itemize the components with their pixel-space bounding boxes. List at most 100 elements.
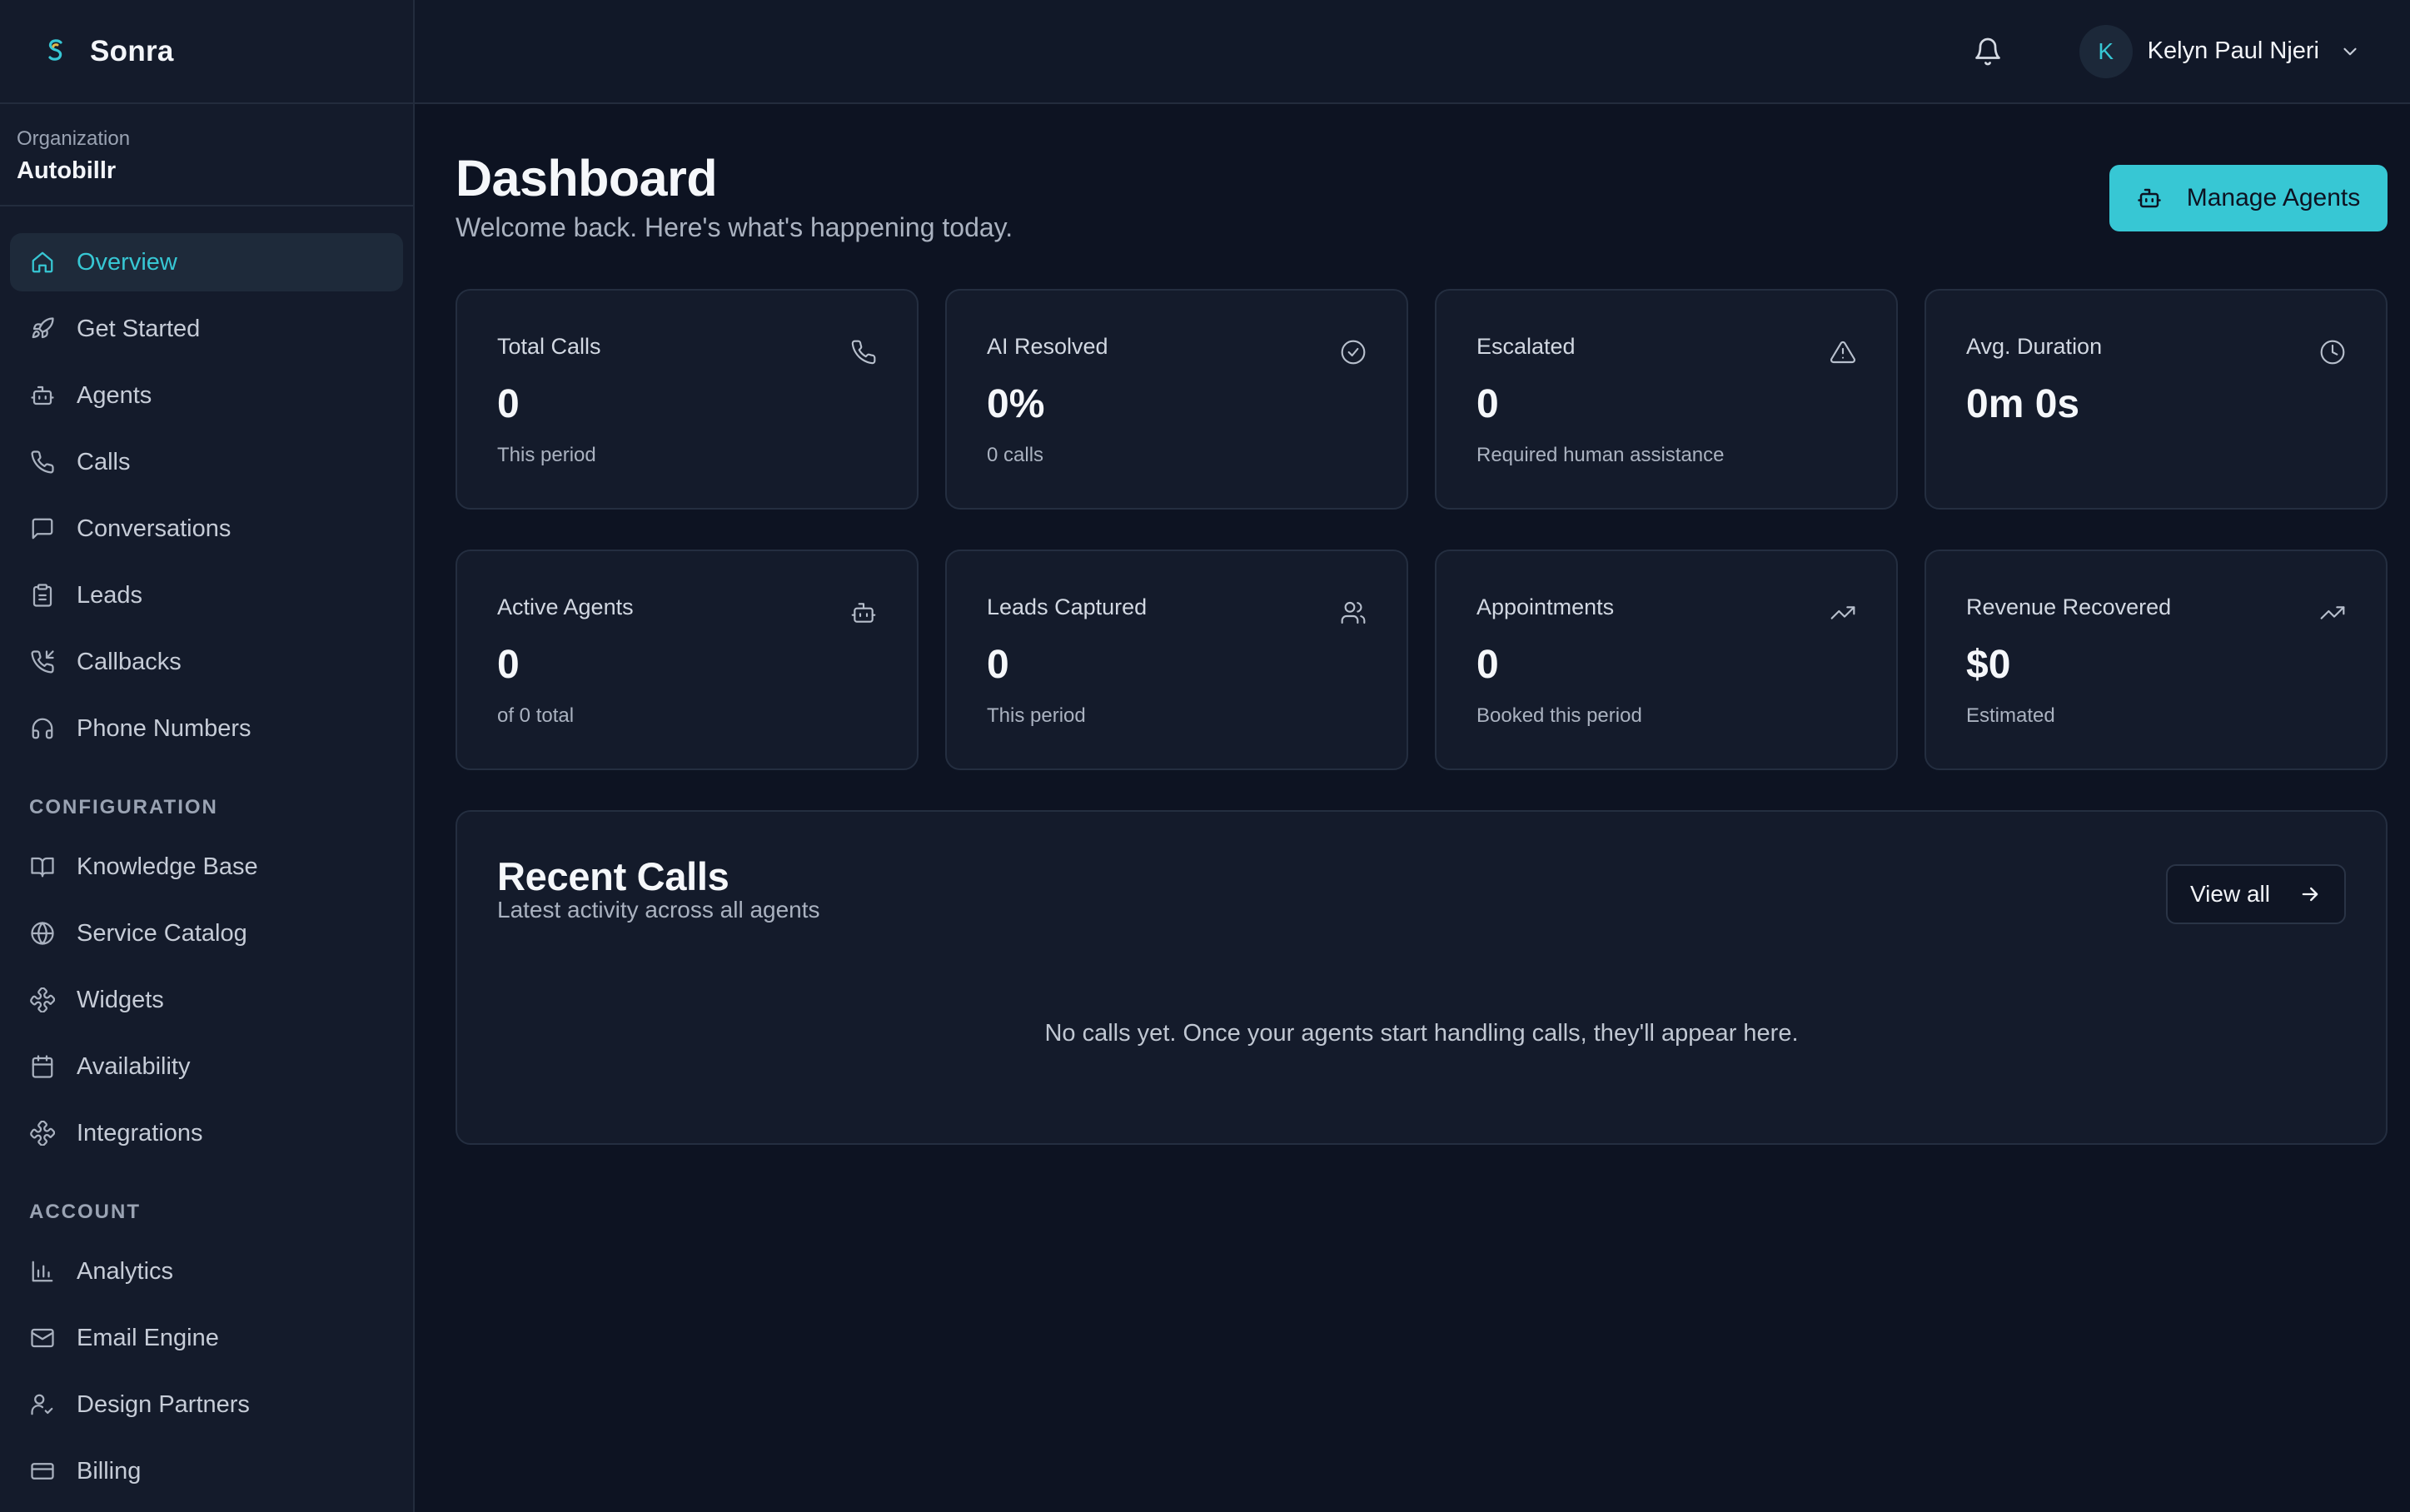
stat-sub: of 0 total: [497, 704, 575, 727]
alert-triangle-icon: [1830, 339, 1856, 366]
phone-icon: [850, 339, 877, 366]
stats-grid: Total Calls 0 This period AI Resolved 0%…: [456, 289, 2388, 770]
credit-card-icon: [30, 1459, 55, 1484]
sidebar-item-label: Service Catalog: [77, 919, 247, 947]
stat-card-revenue-recovered: Revenue Recovered $0 Estimated: [1925, 550, 2388, 770]
stat-card-appointments: Appointments 0 Booked this period: [1435, 550, 1898, 770]
recent-calls-panel: Recent Calls Latest activity across all …: [456, 810, 2388, 1145]
stat-card-leads-captured: Leads Captured 0 This period: [945, 550, 1408, 770]
stat-value: 0%: [987, 382, 1045, 426]
stat-sub: 0 calls: [987, 444, 1044, 466]
recent-calls-subtitle: Latest activity across all agents: [497, 897, 820, 923]
organization-label: Organization: [17, 127, 131, 150]
sidebar-item-callbacks[interactable]: Callbacks: [10, 633, 403, 691]
sidebar-nav: Overview Get Started Agents Calls Conver…: [0, 206, 413, 1500]
view-all-label: View all: [2190, 881, 2270, 907]
organization-switcher[interactable]: Organization Autobillr: [0, 104, 413, 206]
page-subtitle: Welcome back. Here's what's happening to…: [456, 212, 1013, 242]
sidebar-item-phone-numbers[interactable]: Phone Numbers: [10, 699, 403, 758]
rocket-icon: [30, 316, 55, 341]
topbar: K Kelyn Paul Njeri: [415, 0, 2410, 104]
user-check-icon: [30, 1392, 55, 1417]
calendar-icon: [30, 1054, 55, 1079]
sidebar-item-label: Phone Numbers: [77, 714, 251, 742]
main-area: K Kelyn Paul Njeri Dashboard Welcome bac…: [415, 0, 2410, 1512]
stat-card-avg-duration: Avg. Duration 0m 0s: [1925, 289, 2388, 510]
sidebar-item-service-catalog[interactable]: Service Catalog: [10, 904, 403, 962]
sidebar-item-billing[interactable]: Billing: [10, 1442, 403, 1500]
page-content: Dashboard Welcome back. Here's what's ha…: [415, 104, 2410, 1145]
manage-agents-label: Manage Agents: [2186, 184, 2361, 211]
brand-name: Sonra: [90, 34, 174, 67]
sidebar-item-label: Email Engine: [77, 1324, 219, 1351]
sonra-logo-icon: [48, 38, 62, 61]
chevron-down-icon: [2339, 41, 2361, 62]
stat-sub: Booked this period: [1476, 704, 1642, 727]
stat-value: 0: [497, 643, 520, 687]
brand[interactable]: Sonra: [0, 0, 413, 104]
stat-sub: Estimated: [1966, 704, 2055, 727]
sidebar-item-analytics[interactable]: Analytics: [10, 1242, 403, 1301]
mail-icon: [30, 1325, 55, 1350]
sidebar-item-label: Get Started: [77, 315, 201, 342]
book-icon: [30, 854, 55, 879]
user-name: Kelyn Paul Njeri: [2147, 37, 2319, 64]
clock-icon: [2319, 339, 2346, 366]
trending-up-icon: [2319, 599, 2346, 626]
home-icon: [30, 250, 55, 275]
bot-icon: [30, 383, 55, 408]
stat-value: 0: [1476, 382, 1499, 426]
bot-icon: [850, 599, 877, 626]
bar-chart-icon: [30, 1259, 55, 1284]
sidebar-item-agents[interactable]: Agents: [10, 366, 403, 425]
sidebar-item-calls[interactable]: Calls: [10, 433, 403, 491]
sidebar-item-availability[interactable]: Availability: [10, 1037, 403, 1096]
stat-sub: Required human assistance: [1476, 444, 1725, 466]
sidebar-item-leads[interactable]: Leads: [10, 566, 403, 624]
stat-card-active-agents: Active Agents 0 of 0 total: [456, 550, 919, 770]
sidebar-item-conversations[interactable]: Conversations: [10, 500, 403, 558]
sidebar-item-label: Calls: [77, 448, 131, 475]
users-icon: [1340, 599, 1367, 626]
stat-sub: This period: [497, 444, 596, 466]
stat-card-total-calls: Total Calls 0 This period: [456, 289, 919, 510]
stat-sub: This period: [987, 704, 1086, 727]
sidebar-item-label: Knowledge Base: [77, 853, 258, 880]
clipboard-icon: [30, 583, 55, 608]
view-all-button[interactable]: View all: [2166, 864, 2346, 924]
manage-agents-button[interactable]: Manage Agents: [2109, 165, 2388, 231]
sidebar-item-knowledge-base[interactable]: Knowledge Base: [10, 838, 403, 896]
organization-name: Autobillr: [17, 157, 117, 184]
sidebar-item-label: Analytics: [77, 1257, 174, 1285]
sidebar-item-get-started[interactable]: Get Started: [10, 300, 403, 358]
page-header: Dashboard Welcome back. Here's what's ha…: [456, 104, 2388, 289]
sidebar-item-label: Leads: [77, 581, 143, 609]
sidebar-item-email-engine[interactable]: Email Engine: [10, 1309, 403, 1367]
sidebar-item-design-partners[interactable]: Design Partners: [10, 1375, 403, 1434]
avatar: K: [2079, 24, 2133, 78]
phone-icon: [30, 450, 55, 475]
user-menu[interactable]: K Kelyn Paul Njeri: [2079, 24, 2361, 78]
bell-icon[interactable]: [1973, 37, 2003, 67]
sidebar-item-integrations[interactable]: Integrations: [10, 1104, 403, 1162]
sidebar-item-label: Design Partners: [77, 1390, 250, 1418]
empty-state-message: No calls yet. Once your agents start han…: [1044, 1020, 1799, 1047]
stat-value: 0: [987, 643, 1009, 687]
sidebar-item-label: Widgets: [77, 986, 164, 1013]
headphones-icon: [30, 716, 55, 741]
globe-icon: [30, 921, 55, 946]
arrow-right-icon: [2298, 883, 2322, 906]
stat-value: $0: [1966, 643, 2011, 687]
sidebar: Sonra Organization Autobillr Overview Ge…: [0, 0, 415, 1512]
sidebar-item-label: Conversations: [77, 515, 232, 542]
sidebar-item-label: Billing: [77, 1457, 142, 1485]
sidebar-item-label: Overview: [77, 248, 177, 276]
stat-value: 0: [497, 382, 520, 426]
sidebar-item-overview[interactable]: Overview: [10, 233, 403, 291]
section-title-account: ACCOUNT: [29, 1201, 141, 1223]
stat-value: 0m 0s: [1966, 382, 2080, 426]
sidebar-item-label: Callbacks: [77, 648, 182, 675]
sidebar-item-label: Agents: [77, 381, 152, 409]
phone-callback-icon: [30, 649, 55, 674]
sidebar-item-widgets[interactable]: Widgets: [10, 971, 403, 1029]
